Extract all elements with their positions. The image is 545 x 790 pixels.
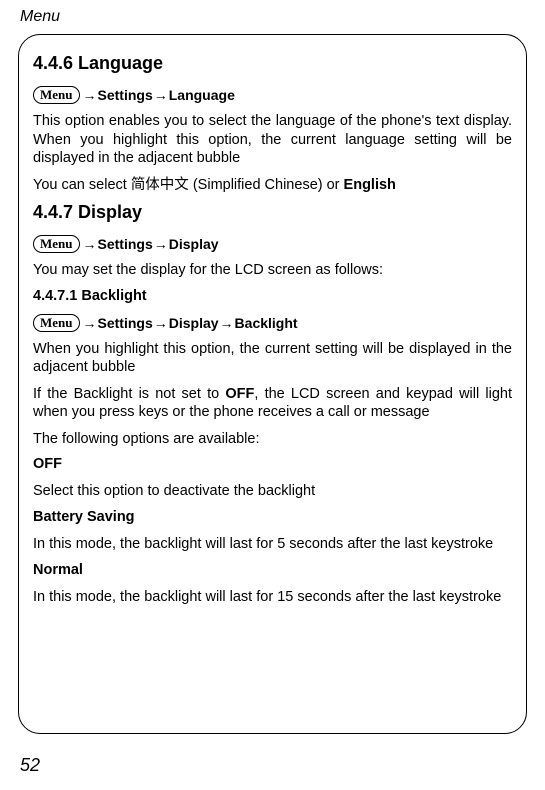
section-heading-language: 4.4.6 Language bbox=[33, 53, 512, 74]
arrow-icon: → bbox=[219, 315, 235, 331]
text-fragment: (Simplified Chinese) or bbox=[189, 177, 344, 193]
option-title-battery-saving: Battery Saving bbox=[33, 509, 512, 525]
off-label-inline: OFF bbox=[225, 386, 254, 402]
option-body-battery-saving: In this mode, the backlight will last fo… bbox=[33, 535, 512, 554]
path-segment-language: Language bbox=[169, 87, 235, 103]
path-segment-display: Display bbox=[169, 236, 219, 252]
backlight-description-2: If the Backlight is not set to OFF, the … bbox=[33, 385, 512, 422]
language-options: You can select 简体中文 (Simplified Chinese)… bbox=[33, 176, 512, 195]
path-segment-settings: Settings bbox=[98, 236, 153, 252]
text-fragment: If the Backlight is not set to bbox=[33, 386, 225, 402]
arrow-icon: → bbox=[82, 315, 98, 331]
arrow-icon: → bbox=[82, 87, 98, 103]
arrow-icon: → bbox=[82, 236, 98, 252]
option-title-off: OFF bbox=[33, 456, 512, 472]
page-number: 52 bbox=[20, 755, 40, 776]
option-body-normal: In this mode, the backlight will last fo… bbox=[33, 588, 512, 607]
menu-icon: Menu bbox=[33, 314, 80, 332]
path-segment-backlight: Backlight bbox=[235, 315, 298, 331]
nav-path-display: Menu → Settings → Display bbox=[33, 235, 512, 253]
arrow-icon: → bbox=[153, 236, 169, 252]
display-description: You may set the display for the LCD scre… bbox=[33, 261, 512, 280]
subsection-heading-backlight: 4.4.7.1 Backlight bbox=[33, 288, 512, 304]
path-segment-display: Display bbox=[169, 315, 219, 331]
option-title-normal: Normal bbox=[33, 562, 512, 578]
option-body-off: Select this option to deactivate the bac… bbox=[33, 482, 512, 501]
language-description: This option enables you to select the la… bbox=[33, 112, 512, 168]
path-segment-settings: Settings bbox=[98, 87, 153, 103]
chinese-label: 简体中文 bbox=[131, 177, 189, 193]
backlight-options-intro: The following options are available: bbox=[33, 430, 512, 449]
page: Menu 4.4.6 Language Menu → Settings → La… bbox=[0, 0, 545, 790]
arrow-icon: → bbox=[153, 315, 169, 331]
nav-path-backlight: Menu → Settings → Display → Backlight bbox=[33, 314, 512, 332]
text-fragment: You can select bbox=[33, 177, 131, 193]
path-segment-settings: Settings bbox=[98, 315, 153, 331]
menu-icon: Menu bbox=[33, 86, 80, 104]
content-frame: 4.4.6 Language Menu → Settings → Languag… bbox=[18, 34, 527, 734]
arrow-icon: → bbox=[153, 87, 169, 103]
page-header: Menu bbox=[18, 8, 527, 26]
menu-icon: Menu bbox=[33, 235, 80, 253]
backlight-description-1: When you highlight this option, the curr… bbox=[33, 340, 512, 377]
section-heading-display: 4.4.7 Display bbox=[33, 202, 512, 223]
english-label: English bbox=[344, 177, 396, 193]
nav-path-language: Menu → Settings → Language bbox=[33, 86, 512, 104]
